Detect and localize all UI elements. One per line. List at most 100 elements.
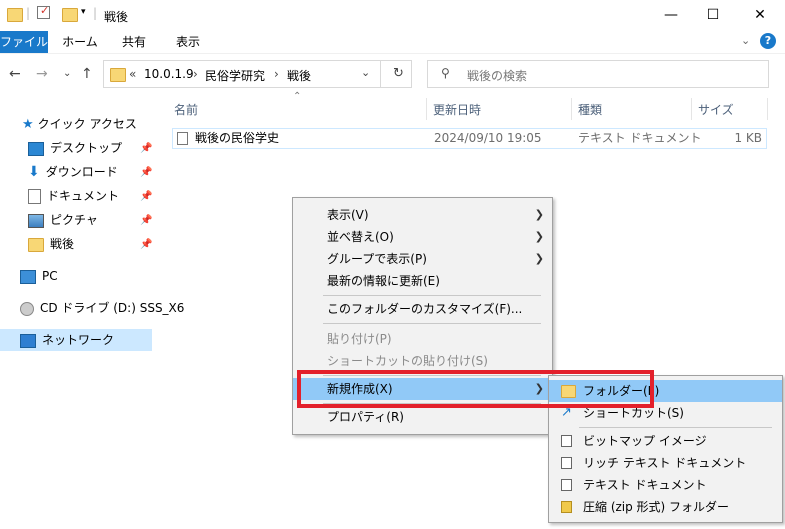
pin-icon: 📌	[140, 191, 153, 202]
shortcut-icon: ↗	[561, 405, 572, 420]
close-button[interactable]: ✕	[737, 0, 783, 30]
column-date[interactable]: 更新日時	[433, 100, 481, 120]
menu-item-properties[interactable]: プロパティ(R)	[293, 406, 552, 428]
context-menu: 表示(V) ❯ 並べ替え(O) ❯ グループで表示(P) ❯ 最新の情報に更新(E) …	[292, 197, 553, 435]
submenu-item-folder[interactable]: フォルダー(F)	[549, 380, 782, 402]
tab-file[interactable]: ファイル	[0, 31, 48, 53]
nav-item-sengo[interactable]: 戦後	[28, 233, 74, 255]
nav-item-cd-drive[interactable]: CD ドライブ (D:) SSS_X6	[20, 297, 184, 319]
search-icon: ⚲	[441, 66, 450, 80]
file-name: 戦後の民俗学史	[195, 131, 280, 145]
tab-home[interactable]: ホーム	[58, 31, 102, 53]
submenu-item-text-document[interactable]: テキスト ドキュメント	[549, 474, 782, 496]
breadcrumb-separator: ›	[193, 67, 198, 81]
menu-item-paste: 貼り付け(P)	[327, 332, 392, 346]
pc-icon	[20, 269, 36, 284]
menu-separator	[323, 323, 541, 324]
column-divider[interactable]	[571, 98, 572, 120]
ribbon-expand-icon[interactable]: ⌄	[741, 34, 750, 47]
new-folder-icon[interactable]	[62, 8, 78, 22]
menu-item-paste-shortcut: ショートカットの貼り付け(S)	[327, 354, 488, 368]
nav-label: クイック アクセス	[37, 117, 137, 131]
column-divider[interactable]	[426, 98, 427, 120]
title-bar: | ✓ ▾ | 戦後 — ☐ ✕	[0, 0, 785, 31]
forward-button[interactable]: →	[36, 66, 48, 82]
title-divider: |	[26, 6, 31, 20]
chevron-right-icon: ❯	[534, 252, 544, 265]
up-button[interactable]: ↑	[81, 66, 93, 82]
document-icon	[28, 189, 41, 204]
network-icon	[20, 333, 36, 348]
ribbon-tabs: ファイル ホーム 共有 表示 ⌄ ?	[0, 31, 785, 54]
menu-item-sort[interactable]: 並べ替え(O) ❯	[293, 226, 552, 248]
menu-item-refresh[interactable]: 最新の情報に更新(E)	[293, 270, 552, 292]
nav-label: 戦後	[50, 237, 75, 251]
menu-item-group-by[interactable]: グループで表示(P) ❯	[293, 248, 552, 270]
menu-separator	[323, 403, 541, 404]
file-date: 2024/09/10 19:05	[434, 131, 542, 145]
nav-item-pc[interactable]: PC	[20, 265, 58, 287]
maximize-button[interactable]: ☐	[690, 0, 736, 30]
pin-icon: 📌	[140, 167, 153, 178]
submenu-item-shortcut[interactable]: ↗ ショートカット(S)	[549, 402, 782, 424]
submenu-item-rich-text[interactable]: リッチ テキスト ドキュメント	[549, 452, 782, 474]
minimize-button[interactable]: —	[648, 0, 694, 30]
breadcrumb-separator: ›	[274, 67, 279, 81]
nav-item-downloads[interactable]: ⬇ ダウンロード	[28, 161, 118, 183]
menu-item-view[interactable]: 表示(V) ❯	[293, 204, 552, 226]
nav-label: ピクチャ	[50, 213, 98, 227]
picture-icon	[28, 213, 44, 228]
folder-icon	[110, 68, 126, 82]
menu-item-new[interactable]: 新規作成(X) ❯	[293, 378, 552, 400]
back-button[interactable]: ←	[9, 66, 21, 82]
column-divider[interactable]	[767, 98, 768, 120]
submenu-item-bitmap[interactable]: ビットマップ イメージ	[549, 430, 782, 452]
tab-share[interactable]: 共有	[112, 31, 156, 53]
pin-icon: 📌	[140, 239, 153, 250]
customize-qat-icon[interactable]: ▾	[81, 7, 86, 17]
search-input[interactable]: 戦後の検索	[467, 67, 527, 84]
nav-label: ドキュメント	[47, 189, 120, 203]
breadcrumb-current[interactable]: 戦後	[287, 67, 311, 84]
breadcrumb-server[interactable]: 10.0.1.9	[144, 67, 194, 81]
tab-view[interactable]: 表示	[166, 31, 210, 53]
nav-label: ダウンロード	[45, 165, 118, 179]
menu-separator	[323, 375, 541, 376]
navigation-bar: ← → ⌄ ↑ « 10.0.1.9 › 民俗学研究 › 戦後 ⌄ ↻ ⚲ 戦後…	[0, 57, 785, 93]
nav-item-documents[interactable]: ドキュメント	[28, 185, 119, 207]
sort-up-icon: ⌃	[293, 91, 302, 102]
properties-icon[interactable]: ✓	[37, 4, 50, 19]
file-row[interactable]: 戦後の民俗学史 2024/09/10 19:05 テキスト ドキュメント 1 K…	[172, 128, 767, 149]
refresh-icon[interactable]: ↻	[393, 66, 404, 81]
nav-label: デスクトップ	[50, 141, 123, 155]
divider	[380, 61, 381, 87]
navigation-pane: ★ クイック アクセス デスクトップ 📌 ⬇ ダウンロード 📌 ドキュメント 📌 ピ…	[0, 112, 184, 529]
chevron-right-icon: ❯	[534, 230, 544, 243]
address-bar[interactable]: « 10.0.1.9 › 民俗学研究 › 戦後 ⌄ ↻	[103, 60, 412, 88]
text-document-icon	[177, 132, 188, 145]
address-dropdown-icon[interactable]: ⌄	[361, 66, 370, 79]
folder-icon	[28, 237, 44, 252]
download-icon: ⬇	[28, 164, 40, 180]
nav-item-pictures[interactable]: ピクチャ	[28, 209, 98, 231]
nav-item-network[interactable]: ネットワーク	[0, 329, 152, 351]
breadcrumb-folder[interactable]: 民俗学研究	[205, 67, 265, 84]
file-type: テキスト ドキュメント	[578, 131, 702, 145]
file-size: 1 KB	[734, 131, 762, 145]
recent-locations-icon[interactable]: ⌄	[63, 68, 71, 79]
pin-icon: 📌	[140, 215, 153, 226]
breadcrumb-overflow[interactable]: «	[129, 67, 136, 81]
pin-icon: 📌	[140, 143, 153, 154]
nav-label: ネットワーク	[42, 333, 115, 347]
column-name[interactable]: 名前	[174, 100, 198, 120]
column-size[interactable]: サイズ	[698, 100, 734, 120]
submenu-item-zip-folder[interactable]: 圧縮 (zip 形式) フォルダー	[549, 496, 782, 518]
search-box[interactable]: ⚲ 戦後の検索	[427, 60, 769, 88]
column-type[interactable]: 種類	[578, 100, 602, 120]
chevron-right-icon: ❯	[534, 382, 544, 395]
nav-quick-access[interactable]: ★ クイック アクセス	[22, 113, 137, 135]
nav-item-desktop[interactable]: デスクトップ	[28, 137, 122, 159]
column-divider[interactable]	[691, 98, 692, 120]
help-icon[interactable]: ?	[760, 33, 776, 49]
menu-item-customize[interactable]: このフォルダーのカスタマイズ(F)...	[293, 298, 552, 320]
